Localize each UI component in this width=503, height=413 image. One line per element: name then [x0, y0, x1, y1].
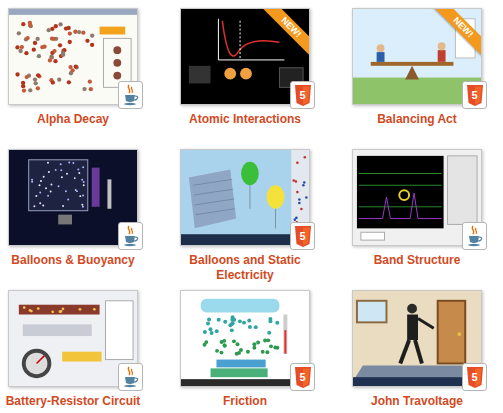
- html5-badge: 5: [462, 81, 487, 109]
- simulation-card[interactable]: 5 Balloons and Static Electricity: [172, 149, 318, 283]
- simulation-thumbnail[interactable]: [8, 290, 138, 387]
- html5-icon: 5: [294, 367, 312, 388]
- simulation-title[interactable]: Balancing Act: [344, 112, 490, 142]
- html5-badge: 5: [290, 81, 315, 109]
- simulation-title[interactable]: John Travoltage: [344, 394, 490, 413]
- simulation-thumbnail[interactable]: 5: [180, 149, 310, 246]
- java-badge: [462, 222, 487, 250]
- simulation-card[interactable]: NEW!5 Balancing Act: [344, 8, 490, 142]
- html5-badge: 5: [290, 363, 315, 391]
- html5-icon: 5: [294, 85, 312, 106]
- html5-label: 5: [294, 367, 312, 388]
- html5-badge: 5: [462, 363, 487, 391]
- simulation-title[interactable]: Friction: [172, 394, 318, 413]
- html5-label: 5: [466, 85, 484, 106]
- simulation-title[interactable]: Band Structure: [344, 253, 490, 283]
- simulation-title[interactable]: Balloons & Buoyancy: [0, 253, 146, 283]
- java-icon: [122, 366, 139, 388]
- java-icon: [122, 225, 139, 247]
- simulation-title[interactable]: Atomic Interactions: [172, 112, 318, 142]
- simulation-thumbnail[interactable]: [8, 8, 138, 105]
- simulation-thumbnail[interactable]: NEW!5: [352, 8, 482, 105]
- simulation-card[interactable]: 5 John Travoltage: [344, 290, 490, 413]
- simulation-card[interactable]: Balloons & Buoyancy: [0, 149, 146, 283]
- simulation-thumbnail[interactable]: 5: [180, 290, 310, 387]
- simulation-card[interactable]: Alpha Decay: [0, 8, 146, 142]
- html5-icon: 5: [294, 226, 312, 247]
- html5-label: 5: [466, 367, 484, 388]
- java-badge: [118, 363, 143, 391]
- java-badge: [118, 222, 143, 250]
- java-icon: [122, 84, 139, 106]
- html5-icon: 5: [466, 367, 484, 388]
- java-icon: [466, 225, 483, 247]
- simulation-card[interactable]: NEW!5 Atomic Interactions: [172, 8, 318, 142]
- simulation-card[interactable]: Battery-Resistor Circuit: [0, 290, 146, 413]
- simulation-thumbnail[interactable]: 5: [352, 290, 482, 387]
- simulation-card[interactable]: 5 Friction: [172, 290, 318, 413]
- simulation-title[interactable]: Alpha Decay: [0, 112, 146, 142]
- simulation-card[interactable]: Band Structure: [344, 149, 490, 283]
- html5-label: 5: [294, 226, 312, 247]
- simulation-grid: Alpha DecayNEW!5Atomic InteractionsNEW!5…: [0, 0, 503, 413]
- html5-badge: 5: [290, 222, 315, 250]
- simulation-thumbnail[interactable]: [8, 149, 138, 246]
- html5-label: 5: [294, 85, 312, 106]
- simulation-title[interactable]: Battery-Resistor Circuit: [0, 394, 146, 413]
- java-badge: [118, 81, 143, 109]
- simulation-thumbnail[interactable]: NEW!5: [180, 8, 310, 105]
- simulation-thumbnail[interactable]: [352, 149, 482, 246]
- simulation-title[interactable]: Balloons and Static Electricity: [172, 253, 318, 283]
- html5-icon: 5: [466, 85, 484, 106]
